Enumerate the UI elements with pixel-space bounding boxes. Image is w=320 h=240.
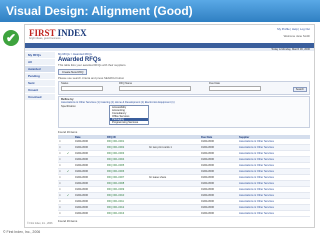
slide-title: Visual Design: Alignment (Good) (6, 4, 193, 18)
search-button[interactable]: Search (292, 87, 307, 92)
table-row[interactable]: □ 01/01/2006 RFQ 001-0013 01/01/2006 Associa… (58, 210, 310, 217)
app-topbar: FIRST INDEX bright ideas, good business … (25, 25, 314, 43)
sidebar-item-unsolved[interactable]: Unsolved (25, 94, 55, 101)
row-flag-icon (66, 210, 74, 217)
date-text: Today is Monday, March 06, 2006 (271, 48, 310, 51)
app-copyright: © First Index, Inc., 2006 (27, 222, 53, 225)
status-select[interactable] (61, 86, 103, 91)
create-rfq-button[interactable]: Create New RFQ (58, 69, 88, 75)
refine-categories[interactable]: Associations & Other Services (1) Cateri… (61, 101, 175, 104)
refine-spec-label: Specification (61, 105, 76, 108)
row-supplier[interactable]: Associations & Other Services (238, 210, 310, 217)
found-count-bottom: Found 16 items (58, 219, 78, 223)
row-checkbox[interactable]: □ (58, 210, 66, 217)
sidebar: My RFQs All Awarded Pending Sent Unsent … (25, 52, 55, 101)
slide-header: Visual Design: Alignment (Good) (0, 0, 320, 22)
sidebar-item-my-rfqs[interactable]: My RFQs (25, 52, 55, 59)
sub-navbar: Today is Monday, March 06, 2006 (25, 48, 314, 51)
main-content: My RFQs > Awarded RFQs Awarded RFQs This… (58, 52, 310, 223)
sidebar-item-awarded[interactable]: Awarded (25, 66, 55, 73)
dropdown-option[interactable]: Programming Services (110, 121, 148, 124)
user-line: Welcome Jane Smith (283, 34, 310, 38)
name-input[interactable] (119, 86, 191, 91)
refine-panel: Refine by Associations & Other Services … (58, 96, 310, 128)
app-tagline: bright ideas, good business (29, 37, 61, 40)
search-hint: Please use search criteria and press SEA… (58, 76, 125, 80)
date-input[interactable] (209, 86, 261, 91)
breadcrumb[interactable]: My RFQs > Awarded RFQs (58, 52, 310, 56)
sidebar-item-all[interactable]: All (25, 59, 55, 66)
app-screenshot: FIRST INDEX bright ideas, good business … (24, 24, 315, 228)
rfq-table: Date RFQ ID Due Date Supplier □ 01/01/200… (58, 135, 310, 217)
found-count-top: Found 16 items (58, 130, 78, 134)
filter-panel: Status RFQ Name Due Date Search (58, 81, 310, 95)
check-icon: ✔ (3, 30, 19, 46)
logo-second: INDEX (57, 28, 87, 38)
page-description: This table lists your awarded RFQs with … (58, 63, 127, 67)
specification-dropdown[interactable]: Accessibility Accounting Consultancy Off… (109, 105, 149, 125)
sidebar-item-pending[interactable]: Pending (25, 73, 55, 80)
row-due-date: 01/01/2006 (200, 210, 232, 217)
top-links[interactable]: My Profile | Help | Log Out (277, 27, 310, 31)
slide-footer: © First Index, Inc., 2006 (3, 230, 41, 234)
date-label: Due Date (209, 82, 220, 85)
row-rfq-id[interactable]: RFQ 001-0013 (106, 210, 148, 217)
row-note (148, 210, 200, 217)
row-date: 01/01/2006 (74, 210, 106, 217)
sidebar-item-sent[interactable]: Sent (25, 80, 55, 87)
sidebar-item-unsent[interactable]: Unsent (25, 87, 55, 94)
name-label: RFQ Name (119, 82, 133, 85)
status-label: Status (61, 82, 69, 85)
